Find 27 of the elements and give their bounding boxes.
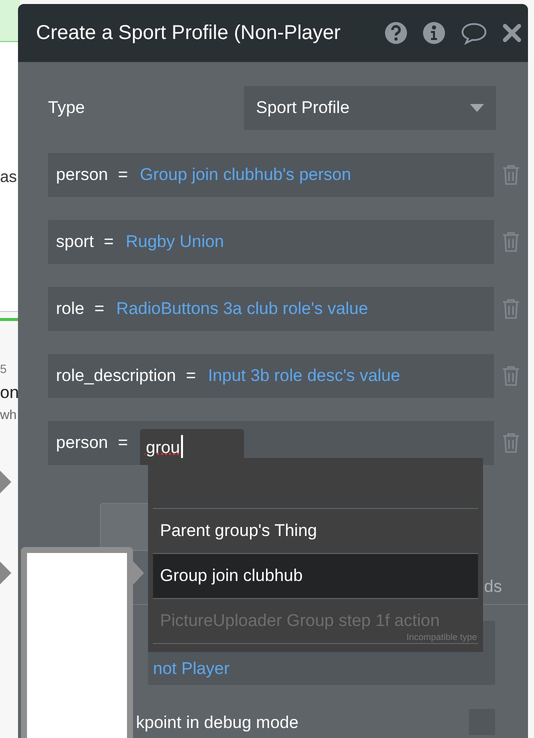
- background-text: 5: [0, 361, 7, 378]
- expression-field[interactable]: role_description = Input 3b role desc's value: [48, 354, 494, 398]
- trash-icon[interactable]: [502, 231, 520, 253]
- trash-icon[interactable]: [502, 432, 520, 454]
- type-dropdown[interactable]: Sport Profile: [244, 86, 496, 130]
- close-icon[interactable]: [502, 23, 522, 43]
- help-icon[interactable]: [384, 21, 408, 45]
- background-text: wh: [0, 406, 17, 424]
- field-label: Type: [48, 97, 86, 120]
- window-title: Create a Sport Profile (Non-Player: [36, 21, 341, 46]
- menu-item[interactable]: Group join clubhub: [153, 554, 478, 599]
- checkbox-label: kpoint in debug mode: [136, 712, 299, 734]
- background-text: as: [0, 168, 17, 188]
- column-text: ds: [484, 576, 502, 598]
- expression-field[interactable]: person = Group join clubhub's person: [48, 153, 494, 197]
- expression-field[interactable]: role = RadioButtons 3a club role's value: [48, 287, 494, 331]
- trash-icon[interactable]: [502, 365, 520, 387]
- trash-icon[interactable]: [502, 298, 520, 320]
- trash-icon[interactable]: [502, 164, 520, 186]
- info-icon[interactable]: [422, 21, 446, 45]
- progress-strip: [0, 318, 20, 321]
- speech-bubble-icon[interactable]: [460, 21, 488, 45]
- header-strip: [0, 0, 20, 42]
- pointer-icon: [132, 560, 144, 586]
- expression-field[interactable]: sport = Rugby Union: [48, 220, 494, 264]
- background-text: on: [0, 382, 19, 404]
- caret-icon: [470, 104, 484, 112]
